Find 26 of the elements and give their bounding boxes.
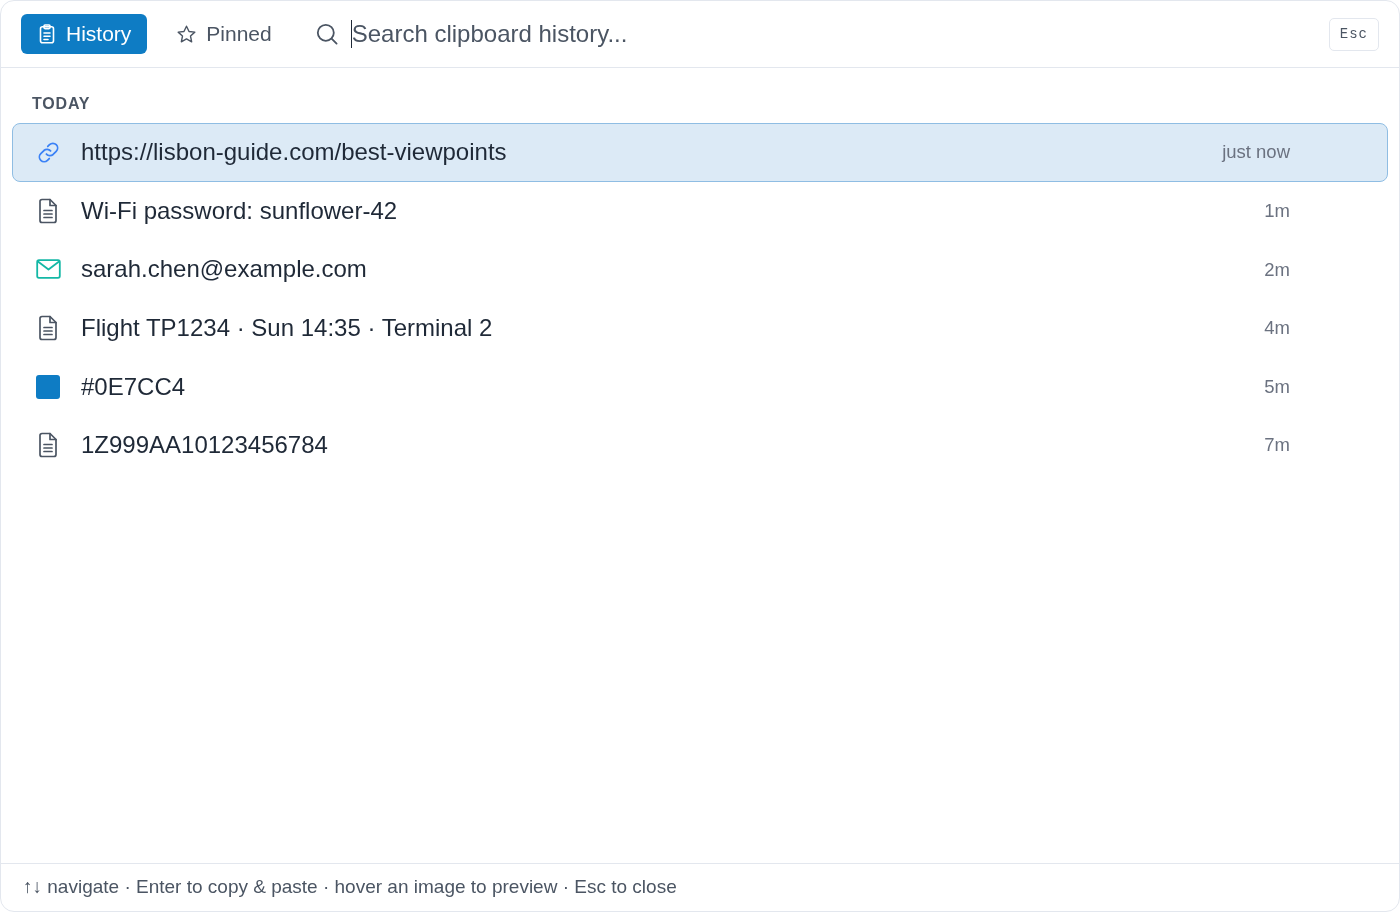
tab[interactable]: History: [21, 14, 148, 54]
document-icon: [37, 197, 59, 224]
entry-text: Wi-Fi password: sunflower-42: [81, 195, 398, 226]
entry-text: Flight TP1234 · Sun 14:35 · Terminal 2: [81, 313, 493, 344]
document-icon: [37, 432, 59, 459]
escape-key-hint[interactable]: Esc: [1328, 17, 1379, 51]
search-icon: [315, 23, 338, 45]
document-icon: [37, 315, 59, 342]
search-field[interactable]: Search clipboard history...: [350, 18, 1329, 50]
star-icon: [176, 23, 198, 45]
keyboard-hints: ↑↓ navigate · Enter to copy & paste · hover an image to preview · Esc to close: [23, 875, 677, 900]
entry-time: 5m: [1264, 374, 1290, 399]
clipboard-icon: [37, 24, 57, 44]
entry-text: #0E7CC4: [81, 371, 186, 402]
entry-time: 7m: [1264, 433, 1290, 458]
entry-time: 1m: [1264, 199, 1290, 223]
entry-time: just now: [1222, 140, 1290, 165]
entry-time: 4m: [1264, 316, 1290, 341]
entry-text: 1Z999AA10123456784: [81, 430, 328, 461]
entry-text: https://lisbon-guide.com/best-viewpoints: [81, 137, 507, 168]
tab[interactable]: Pinned: [160, 14, 288, 54]
entry-time: 2m: [1264, 257, 1290, 282]
entry-text: sarah.chen@example.com: [81, 254, 367, 285]
section-heading: TODAY: [32, 94, 91, 114]
clipboard-entry[interactable]: https://lisbon-guide.com/best-viewpoints just now: [12, 123, 1388, 182]
envelope-icon: [35, 259, 61, 280]
